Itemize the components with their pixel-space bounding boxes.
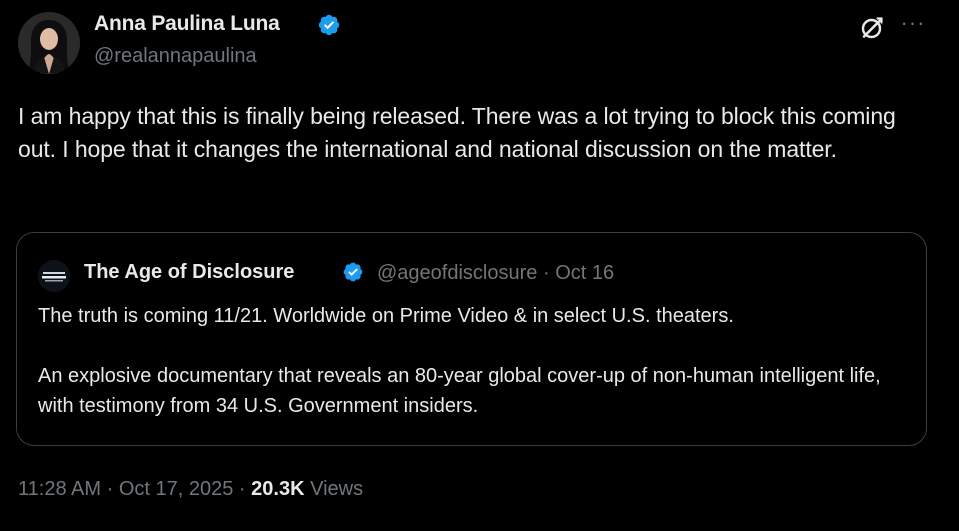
views-count[interactable]: 20.3K bbox=[251, 478, 304, 500]
verified-badge-icon bbox=[343, 262, 363, 282]
more-horizontal-icon[interactable]: ··· bbox=[898, 12, 928, 38]
grok-icon[interactable] bbox=[858, 14, 886, 42]
tweet-footer: 11:28 AM · Oct 17, 2025 · 20.3K Views bbox=[18, 478, 363, 501]
tweet-time[interactable]: 11:28 AM bbox=[18, 478, 101, 500]
quote-display-name[interactable]: The Age of Disclosure bbox=[84, 261, 294, 284]
quote-paragraph: The truth is coming 11/21. Worldwide on … bbox=[38, 305, 734, 327]
quote-meta: @ageofdisclosure · Oct 16 bbox=[377, 262, 614, 285]
quote-separator: · bbox=[542, 262, 550, 284]
verified-badge-icon bbox=[318, 14, 340, 36]
quote-handle[interactable]: @ageofdisclosure bbox=[377, 262, 537, 284]
quote-date[interactable]: Oct 16 bbox=[555, 262, 614, 284]
author-handle[interactable]: @realannapaulina bbox=[94, 45, 257, 68]
author-display-name[interactable]: Anna Paulina Luna bbox=[94, 12, 280, 36]
quote-text: The truth is coming 11/21. Worldwide on … bbox=[38, 301, 898, 421]
tweet-date[interactable]: Oct 17, 2025 bbox=[119, 478, 234, 500]
views-label: Views bbox=[310, 478, 364, 500]
footer-separator: · bbox=[106, 478, 114, 500]
quoted-tweet[interactable]: The Age of Disclosure @ageofdisclosure ·… bbox=[16, 232, 927, 446]
quote-paragraph: An explosive documentary that reveals an… bbox=[38, 365, 881, 417]
tweet-text: I am happy that this is finally being re… bbox=[18, 103, 896, 162]
tweet: Anna Paulina Luna @realannapaulina ··· I… bbox=[0, 0, 959, 531]
footer-separator: · bbox=[238, 478, 246, 500]
quote-avatar[interactable] bbox=[38, 260, 70, 292]
author-avatar[interactable] bbox=[18, 12, 80, 74]
